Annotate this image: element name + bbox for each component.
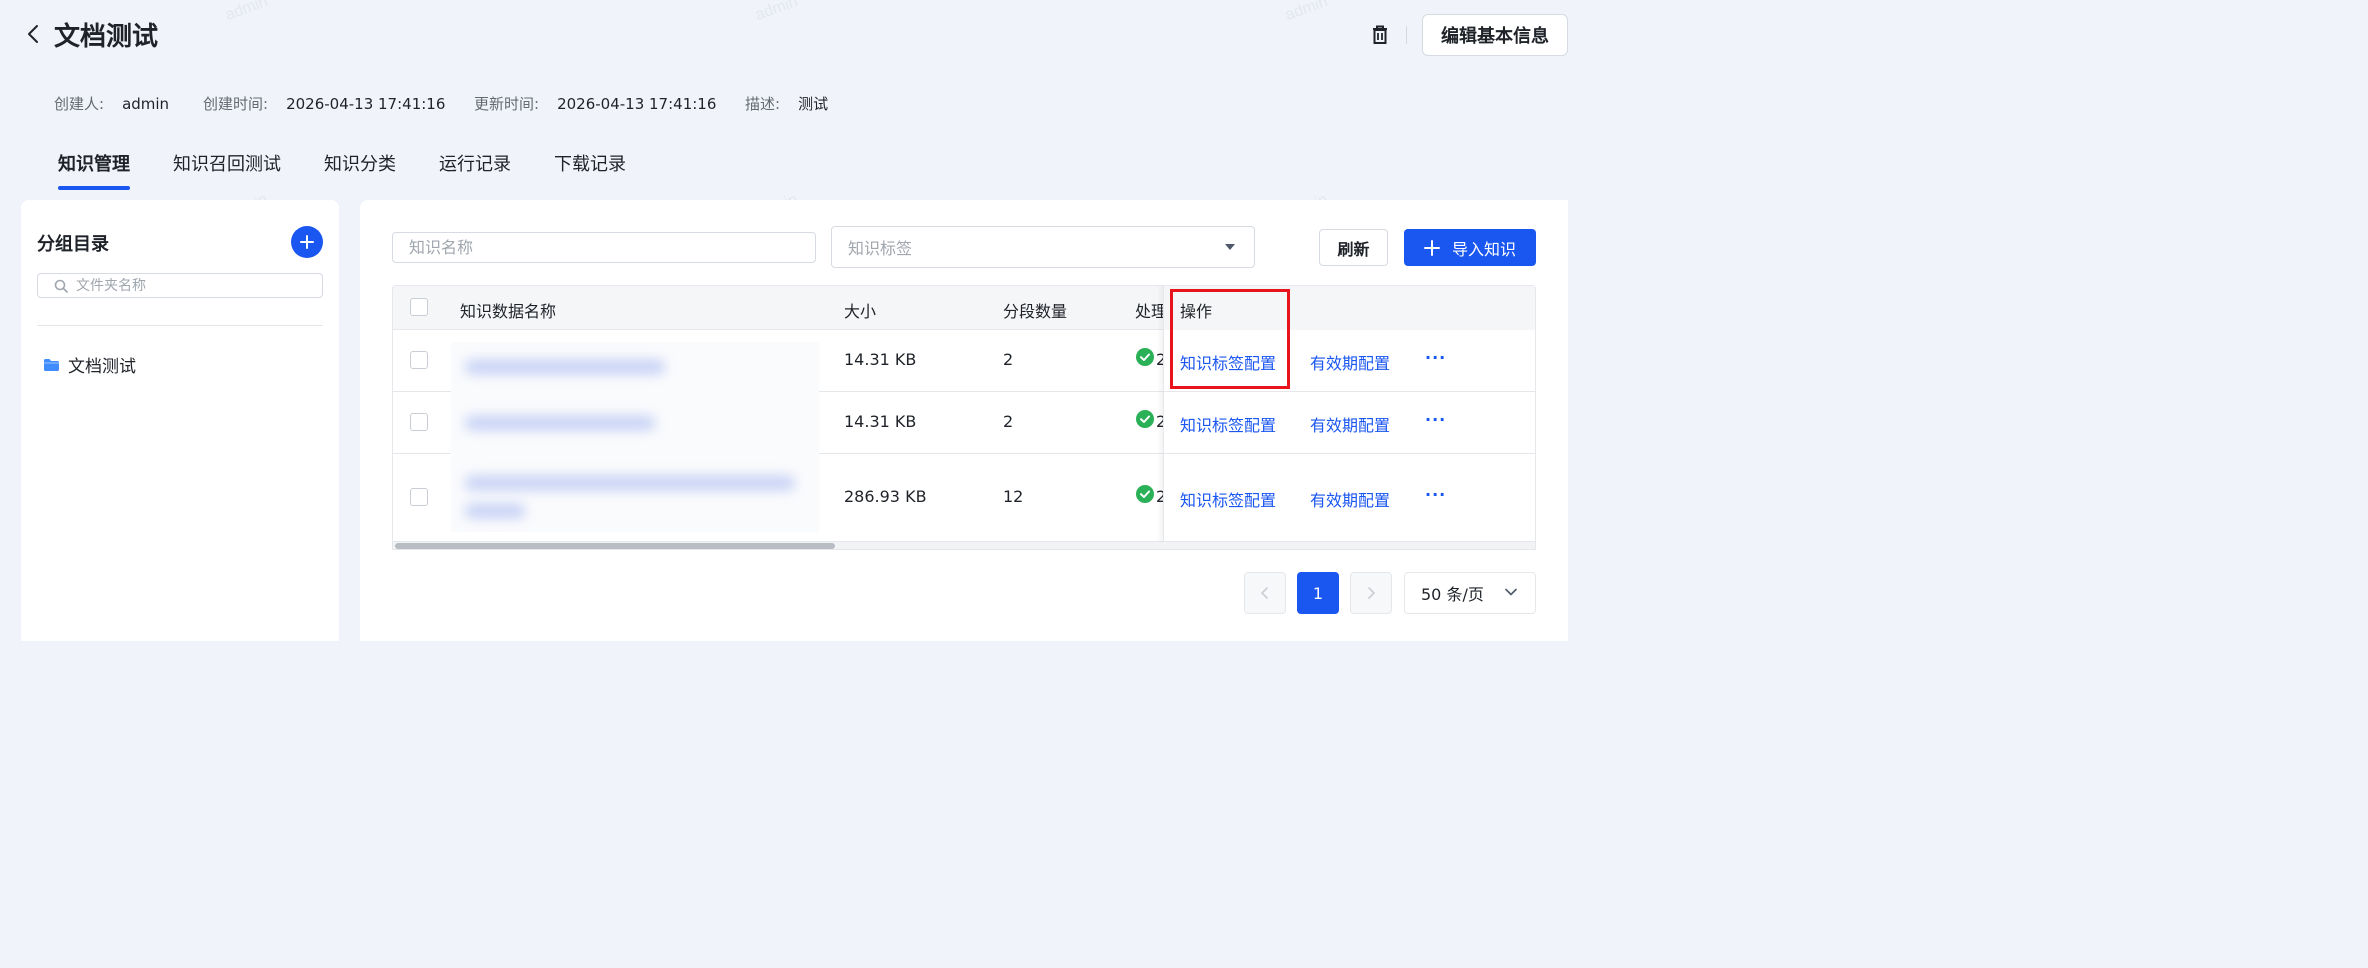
search-icon xyxy=(54,279,68,293)
tab-knowledge-management[interactable]: 知识管理 xyxy=(58,150,130,190)
meta-desc-label: 描述: xyxy=(745,95,781,113)
more-actions-button[interactable]: ··· xyxy=(1425,348,1446,367)
row-checkbox[interactable] xyxy=(410,488,428,506)
meta-updated: 更新时间: 2026-04-13 17:41:16 xyxy=(474,93,716,114)
chevron-right-icon xyxy=(1368,587,1376,599)
import-knowledge-button[interactable]: 导入知识 xyxy=(1404,229,1536,266)
header-divider xyxy=(1406,26,1407,44)
trash-icon xyxy=(1373,25,1387,44)
meta-created-label: 创建时间: xyxy=(203,95,269,113)
knowledge-name-redacted xyxy=(451,454,819,532)
segments-cell: 2 xyxy=(1003,350,1014,369)
segments-cell: 12 xyxy=(1003,487,1024,506)
knowledge-tag-select[interactable]: 知识标签 xyxy=(831,226,1255,268)
watermark: admin xyxy=(1283,0,1331,24)
ops-column-divider xyxy=(1163,286,1164,549)
group-directory-panel: 分组目录 文档测试 xyxy=(21,200,339,641)
folder-item[interactable]: 文档测试 xyxy=(43,352,136,377)
watermark: admin xyxy=(753,0,801,24)
add-group-button[interactable] xyxy=(291,226,323,258)
row-checkbox[interactable] xyxy=(410,413,428,431)
col-size[interactable]: 大小 xyxy=(844,298,876,322)
meta-updated-label: 更新时间: xyxy=(474,95,540,113)
meta-creator-label: 创建人: xyxy=(54,95,105,113)
expiry-config-link[interactable]: 有效期配置 xyxy=(1310,412,1390,436)
knowledge-tag-config-link[interactable]: 知识标签配置 xyxy=(1180,350,1276,374)
knowledge-list-panel: 知识标签 刷新 导入知识 知识数据名称 大小 分段数量 处理 14.31 KB … xyxy=(360,200,1568,641)
folder-search xyxy=(37,273,323,298)
more-actions-button[interactable]: ··· xyxy=(1425,485,1446,504)
page-size-value: 50 条/页 xyxy=(1421,585,1484,604)
knowledge-tag-placeholder: 知识标签 xyxy=(848,239,913,258)
edit-info-button[interactable]: 编辑基本信息 xyxy=(1422,14,1568,56)
prev-page-button[interactable] xyxy=(1244,572,1286,614)
page-title: 文档测试 xyxy=(54,22,159,52)
caret-down-icon xyxy=(1225,244,1235,250)
col-name[interactable]: 知识数据名称 xyxy=(460,298,556,322)
size-cell: 286.93 KB xyxy=(844,487,927,506)
knowledge-name-redacted xyxy=(451,342,819,392)
check-circle-icon xyxy=(1136,348,1154,366)
knowledge-name-redacted xyxy=(451,392,819,454)
folder-search-input[interactable] xyxy=(76,277,316,294)
chevron-left-icon xyxy=(28,25,38,43)
back-button[interactable] xyxy=(22,22,44,46)
next-page-button[interactable] xyxy=(1350,572,1392,614)
group-directory-title: 分组目录 xyxy=(37,234,109,255)
row-checkbox[interactable] xyxy=(410,351,428,369)
knowledge-table: 知识数据名称 大小 分段数量 处理 14.31 KB 2 2 14.31 KB xyxy=(392,285,1536,550)
knowledge-tag-config-link[interactable]: 知识标签配置 xyxy=(1180,412,1276,436)
knowledge-name-input[interactable] xyxy=(392,232,816,263)
tab-run-records[interactable]: 运行记录 xyxy=(439,150,511,190)
horizontal-scrollbar-thumb[interactable] xyxy=(395,543,835,549)
tab-recall-test[interactable]: 知识召回测试 xyxy=(173,150,281,190)
expiry-config-link[interactable]: 有效期配置 xyxy=(1310,350,1390,374)
folder-label: 文档测试 xyxy=(68,357,136,377)
refresh-button[interactable]: 刷新 xyxy=(1319,229,1388,266)
meta-creator: 创建人: admin xyxy=(54,93,169,114)
col-ops: 操作 xyxy=(1180,302,1213,321)
import-knowledge-label: 导入知识 xyxy=(1451,239,1516,259)
col-segments[interactable]: 分段数量 xyxy=(1003,298,1067,322)
meta-created-value: 2026-04-13 17:41:16 xyxy=(286,95,446,113)
chevron-left-icon xyxy=(1260,587,1268,599)
folder-icon xyxy=(44,358,59,371)
expiry-config-link[interactable]: 有效期配置 xyxy=(1310,487,1390,511)
size-cell: 14.31 KB xyxy=(844,350,917,369)
tab-bar: 知识管理 知识召回测试 知识分类 运行记录 下载记录 xyxy=(58,150,669,190)
watermark: admin xyxy=(223,0,271,24)
sidebar-divider xyxy=(37,325,323,326)
segments-cell: 2 xyxy=(1003,412,1014,431)
check-circle-icon xyxy=(1136,410,1154,428)
check-circle-icon xyxy=(1136,485,1154,503)
knowledge-tag-config-link[interactable]: 知识标签配置 xyxy=(1180,487,1276,511)
plus-icon xyxy=(1423,239,1440,256)
ops-column-header: 操作 xyxy=(1164,286,1535,330)
meta-updated-value: 2026-04-13 17:41:16 xyxy=(557,95,717,113)
page-size-select[interactable]: 50 条/页 xyxy=(1404,572,1536,614)
tab-knowledge-category[interactable]: 知识分类 xyxy=(324,150,396,190)
page-number-current[interactable]: 1 xyxy=(1297,572,1339,614)
plus-icon xyxy=(300,235,314,249)
meta-desc-value: 测试 xyxy=(798,95,829,113)
tab-download-records[interactable]: 下载记录 xyxy=(554,150,626,190)
meta-desc: 描述: 测试 xyxy=(745,93,828,114)
select-all-checkbox[interactable] xyxy=(410,298,428,316)
size-cell: 14.31 KB xyxy=(844,412,917,431)
delete-button[interactable] xyxy=(1368,22,1392,48)
meta-created: 创建时间: 2026-04-13 17:41:16 xyxy=(203,93,445,114)
more-actions-button[interactable]: ··· xyxy=(1425,410,1446,429)
chevron-down-icon xyxy=(1505,588,1517,596)
meta-creator-value: admin xyxy=(122,95,170,113)
